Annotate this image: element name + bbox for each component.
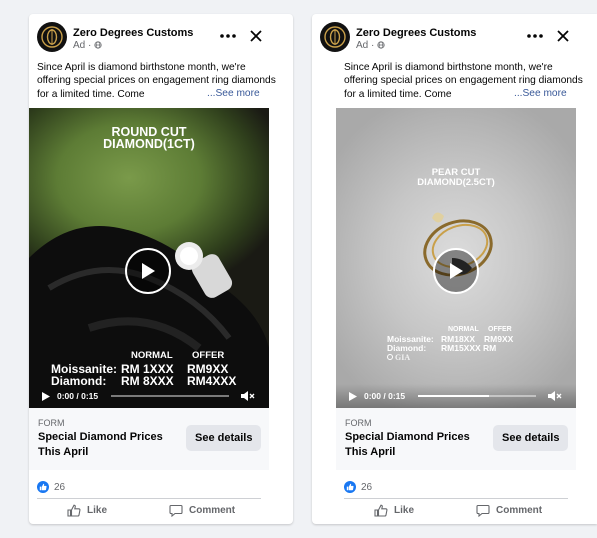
like-label: Like: [394, 505, 415, 516]
row2-label: Diamond:: [387, 343, 427, 353]
ad-post-card: Zero Degrees Customs Ad · Since April is…: [29, 14, 293, 524]
video-title-line2: DIAMOND(1CT): [103, 137, 195, 151]
gia-logo: GIA: [387, 353, 410, 362]
progress-fill: [418, 395, 489, 397]
form-title[interactable]: Special Diamond Prices This April: [38, 430, 178, 460]
ad-label: Ad ·: [73, 40, 102, 51]
brand-logo-icon: [41, 26, 63, 48]
col-normal: NORMAL: [131, 350, 173, 361]
comment-icon: [476, 504, 490, 517]
video-player[interactable]: ROUND CUT DIAMOND(1CT) NORMAL OFFER Mois…: [29, 108, 269, 408]
reactions-summary[interactable]: 26: [37, 480, 65, 494]
play-small-icon[interactable]: [348, 391, 358, 402]
like-button[interactable]: Like: [67, 504, 107, 517]
more-options-button[interactable]: [215, 26, 241, 46]
avatar[interactable]: [37, 22, 67, 52]
ad-label-text: Ad ·: [356, 40, 375, 51]
close-button[interactable]: [553, 26, 573, 46]
progress-track[interactable]: [111, 395, 229, 397]
row2-normal: RM15XXX RM: [441, 343, 497, 353]
play-icon: [142, 263, 155, 279]
video-time: 0:00 / 0:15: [57, 391, 99, 401]
video-player[interactable]: PEAR CUT DIAMOND(2.5CT) NORMAL OFFER Moi…: [336, 108, 576, 408]
play-button[interactable]: [125, 248, 171, 294]
comment-label: Comment: [496, 505, 543, 516]
post-header: Zero Degrees Customs Ad ·: [29, 14, 293, 60]
more-dots-icon: [527, 34, 543, 38]
avatar[interactable]: [320, 22, 350, 52]
col-offer: OFFER: [488, 326, 512, 333]
col-offer: OFFER: [192, 350, 225, 361]
form-type-label: FORM: [345, 418, 372, 428]
gia-mark-icon: [387, 354, 393, 360]
page-name[interactable]: Zero Degrees Customs: [73, 27, 193, 39]
page-name[interactable]: Zero Degrees Customs: [356, 27, 476, 39]
reactions-summary[interactable]: 26: [344, 480, 372, 494]
ad-label: Ad ·: [356, 40, 385, 51]
close-icon: [557, 30, 569, 42]
like-button[interactable]: Like: [374, 504, 414, 517]
see-details-button[interactable]: See details: [186, 425, 262, 451]
close-button[interactable]: [246, 26, 266, 46]
like-reaction-icon: [344, 481, 356, 493]
ad-label-text: Ad ·: [73, 40, 92, 51]
see-more-link[interactable]: ...See more: [510, 88, 567, 99]
video-controls: 0:00 / 0:15: [29, 384, 269, 408]
ad-post-card: Zero Degrees Customs Ad · Since April is…: [312, 14, 597, 524]
play-button[interactable]: [433, 248, 479, 294]
col-normal: NORMAL: [448, 326, 479, 333]
comment-icon: [169, 504, 183, 517]
play-icon: [450, 263, 463, 279]
mute-icon[interactable]: [547, 390, 563, 402]
thumbs-up-icon: [374, 504, 388, 517]
lead-form-footer[interactable]: FORM Special Diamond Prices This April S…: [336, 408, 576, 470]
progress-track[interactable]: [418, 395, 536, 397]
video-title: PEAR CUT DIAMOND(2.5CT): [336, 168, 576, 188]
mute-icon[interactable]: [240, 390, 256, 402]
divider: [344, 498, 568, 499]
thumbs-up-icon: [67, 504, 81, 517]
form-type-label: FORM: [38, 418, 65, 428]
video-controls: 0:00 / 0:15: [336, 384, 576, 408]
comment-button[interactable]: Comment: [169, 504, 235, 517]
reaction-count: 26: [361, 481, 373, 493]
form-title[interactable]: Special Diamond Prices This April: [345, 430, 485, 460]
comment-button[interactable]: Comment: [476, 504, 542, 517]
globe-icon: [94, 41, 102, 49]
reaction-count: 26: [54, 481, 66, 493]
video-title-line2: DIAMOND(2.5CT): [417, 177, 495, 188]
see-more-link[interactable]: ...See more: [203, 88, 260, 99]
see-details-button[interactable]: See details: [493, 425, 569, 451]
play-small-icon[interactable]: [41, 391, 51, 402]
more-options-button[interactable]: [522, 26, 548, 46]
video-time: 0:00 / 0:15: [364, 391, 406, 401]
lead-form-footer[interactable]: FORM Special Diamond Prices This April S…: [29, 408, 269, 470]
divider: [37, 498, 261, 499]
close-icon: [250, 30, 262, 42]
gia-text: GIA: [395, 353, 411, 362]
video-title: ROUND CUT DIAMOND(1CT): [29, 126, 269, 151]
post-header: Zero Degrees Customs Ad ·: [312, 14, 597, 60]
like-reaction-icon: [37, 481, 49, 493]
comment-label: Comment: [189, 505, 236, 516]
like-label: Like: [87, 505, 108, 516]
brand-logo-icon: [324, 26, 346, 48]
globe-icon: [377, 41, 385, 49]
more-dots-icon: [220, 34, 236, 38]
